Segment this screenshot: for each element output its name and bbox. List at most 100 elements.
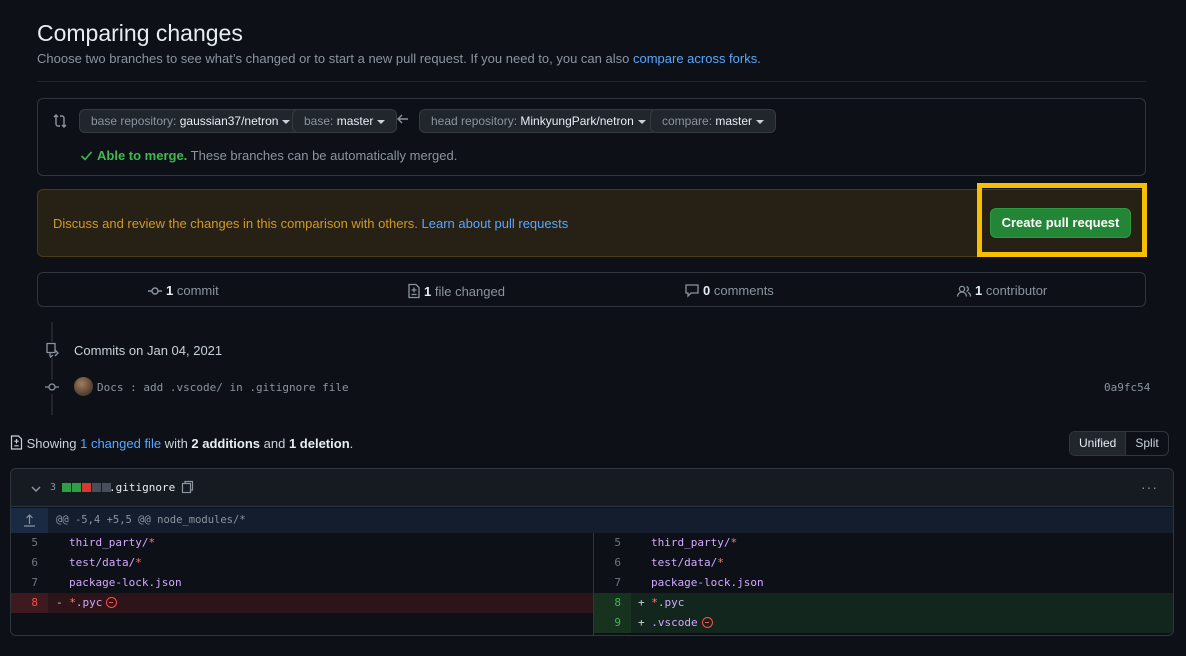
line-number[interactable]: 6 [11,553,38,573]
commits-label: commit [173,283,219,298]
no-newline-icon [701,617,713,628]
base-branch-select[interactable]: base: master [292,109,398,133]
subtitle-text: Choose two branches to see what’s change… [37,51,633,66]
range-editor: base repository: gaussian37/netron base:… [37,98,1146,176]
head-repository-select[interactable]: head repository: MinkyungPark/netron [419,109,658,133]
contributors-stat[interactable]: 1 contributor [956,283,1047,298]
no-newline-icon [106,597,118,608]
commit-message-link[interactable]: Docs : add .vscode/ in .gitignore file [97,381,349,394]
head-repository-label: head repository: [431,114,521,128]
discuss-text: Discuss and review the changes in this c… [53,216,568,231]
line-number[interactable]: 5 [594,533,621,553]
head-repository-value: MinkyungPark/netron [520,114,634,128]
base-repository-select[interactable]: base repository: gaussian37/netron [79,109,303,133]
compare-branch-select[interactable]: compare: master [650,109,777,133]
diff-row-left: 6 test/data/* [11,553,593,573]
hunk-header: @@ -5,4 +5,5 @@ node_modules/* [11,508,1173,533]
line-number[interactable]: 9 [594,613,621,633]
code-glob: * [730,536,738,549]
file-diff: 3 .gitignore ··· @@ -5,4 +5,5 @@ node_mo… [10,468,1174,636]
diff-sign: + [638,596,652,609]
summary-prefix: Showing [26,436,81,451]
line-number[interactable]: 8 [594,593,621,613]
base-branch-value: master [336,114,374,128]
file-diff-icon [10,435,23,450]
file-name-link[interactable]: .gitignore [109,481,175,494]
diff-view-toggle: Unified Split [1069,431,1169,456]
comments-stat[interactable]: 0 comments [684,283,774,298]
code-text: .pyc [657,596,685,609]
diff-sign: - [56,596,70,609]
changed-files-link[interactable]: 1 changed file [80,436,161,451]
caret-down-icon [282,119,291,124]
commit-icon [148,287,162,295]
diff-row-right: 7 package-lock.json [594,573,1173,593]
learn-about-pull-requests-link[interactable]: Learn about pull requests [422,216,569,231]
diffstat-added-block [72,483,81,492]
diffstat-deleted-block [82,483,91,492]
code-text: third_party/ [651,536,731,549]
expand-up-icon[interactable] [11,508,48,533]
commit-sha-link[interactable]: 0a9fc54 [1104,381,1150,394]
diff-line-count: 3 [50,482,57,493]
caret-down-icon [756,119,765,124]
diffstat-bar [62,483,111,492]
split-view-button[interactable]: Split [1126,432,1167,455]
line-number[interactable]: 8 [11,593,38,613]
code-text: third_party/ [69,536,149,549]
additions-count: 2 additions [191,436,261,451]
line-number[interactable]: 7 [594,573,621,593]
comments-label: comments [710,283,774,298]
code-glob: * [717,556,724,569]
chevron-down-icon[interactable] [30,483,42,495]
summary-with: with [161,436,192,451]
diffstat-neutral-block [92,483,101,492]
merge-ok-label: Able to merge. [97,148,188,163]
diff-row-right: 6 test/data/* [594,553,1173,573]
line-number[interactable]: 6 [594,553,621,573]
line-number[interactable]: 5 [11,533,38,553]
code-glob: * [69,596,76,609]
base-branch-label: base: [304,114,337,128]
code-text: .vscode [651,616,698,629]
summary-and: and [260,436,289,451]
compare-across-forks-link[interactable]: compare across forks [633,51,757,66]
page-subtitle: Choose two branches to see what’s change… [37,51,761,66]
code-text: test/data/ [651,556,718,569]
avatar[interactable] [74,377,93,396]
discuss-message: Discuss and review the changes in this c… [53,216,422,231]
arrow-left-icon [397,114,408,124]
diff-row-added: 8 + *.pyc [594,593,1173,613]
diff-row-deleted: 8 - *.pyc [11,593,593,613]
divider [37,81,1146,82]
code-text: test/data/ [69,556,136,569]
comment-icon [685,284,699,298]
unified-view-button[interactable]: Unified [1070,432,1127,455]
code-glob: * [651,596,658,609]
stats-bar: 1 commit 1 file changed 0 comments 1 con… [37,272,1146,307]
commits-date-heading: Commits on Jan 04, 2021 [74,343,223,358]
create-pull-request-button[interactable]: Create pull request [990,208,1131,238]
diff-sign: + [638,616,652,629]
caret-down-icon [637,119,646,124]
summary-end: . [349,436,354,451]
base-repository-label: base repository: [91,114,180,128]
copy-icon[interactable] [181,480,194,494]
people-icon [956,285,972,297]
code-text: package-lock.json [651,576,764,589]
code-text: .pyc [75,596,103,609]
diffstat-added-block [62,483,71,492]
code-glob: * [135,556,142,569]
file-header: 3 .gitignore ··· [11,469,1173,507]
commits-stat[interactable]: 1 commit [147,283,219,298]
hunk-text: @@ -5,4 +5,5 @@ node_modules/* [56,514,246,526]
file-actions-menu-icon[interactable]: ··· [1141,479,1158,495]
subtitle-end: . [757,51,761,66]
files-label: file changed [431,284,505,299]
code-text: package-lock.json [69,576,182,589]
commit-node-icon [44,380,60,394]
compare-branch-label: compare: [662,114,716,128]
caret-down-icon [377,119,386,124]
files-stat[interactable]: 1 file changed [407,283,505,299]
line-number[interactable]: 7 [11,573,38,593]
